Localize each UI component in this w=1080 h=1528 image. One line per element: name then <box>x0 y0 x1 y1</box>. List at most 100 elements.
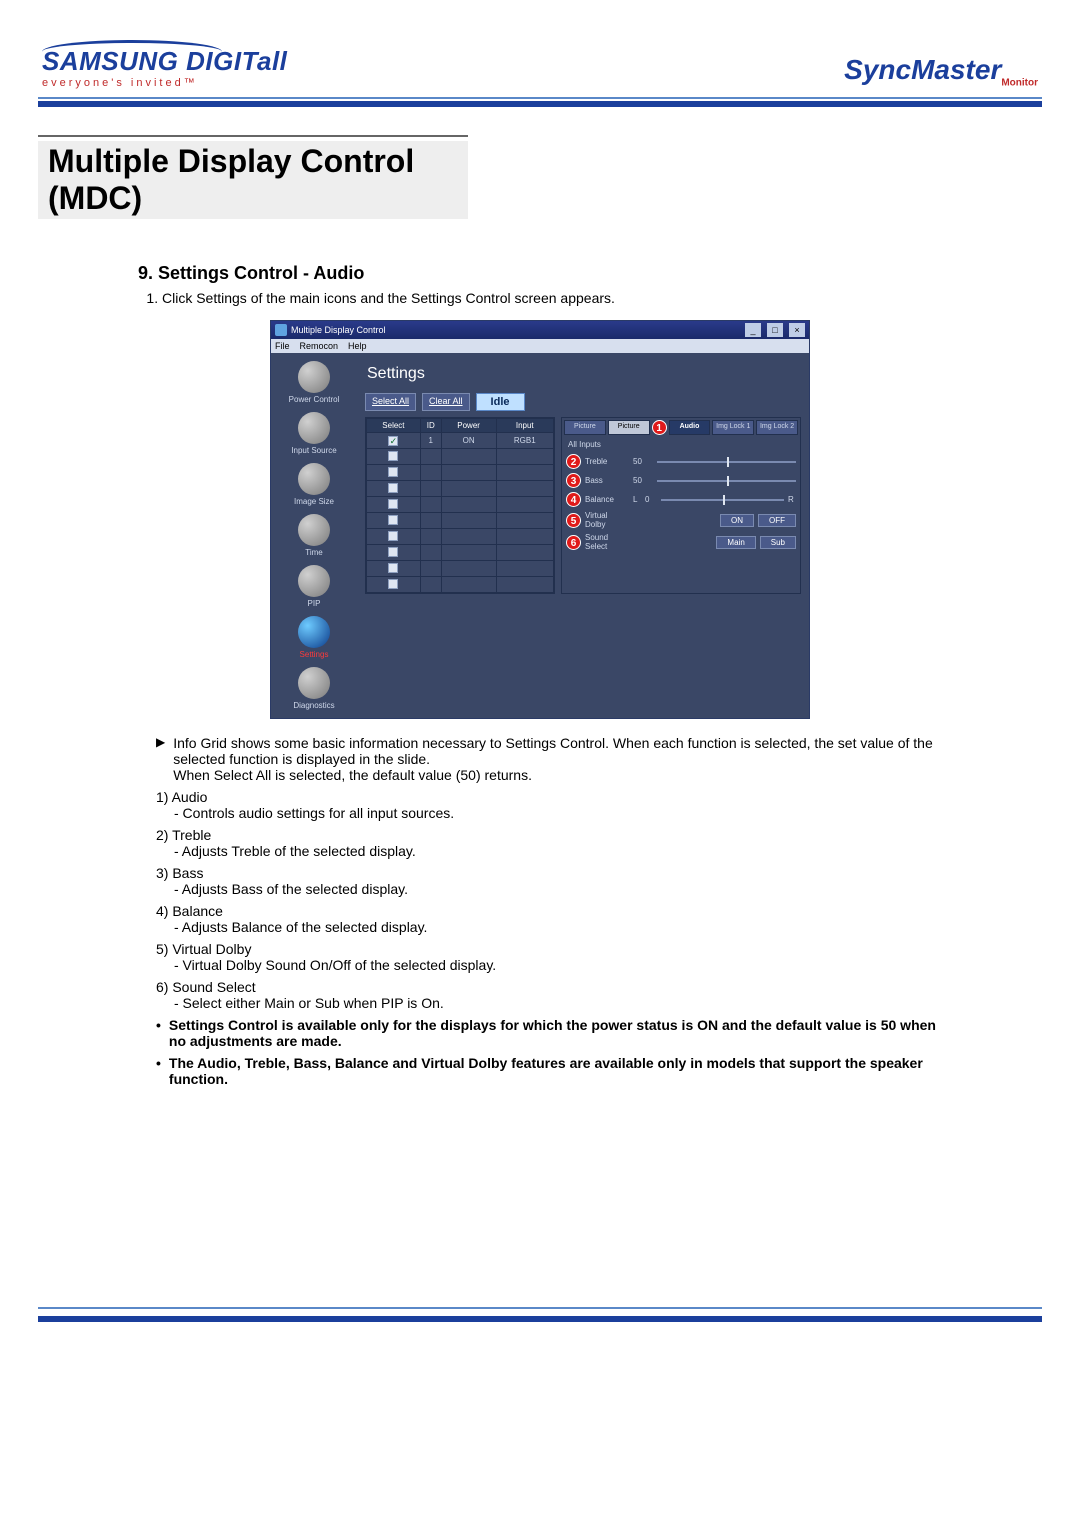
tab-picture2[interactable]: Picture <box>608 420 650 435</box>
note-bullet-2: • The Audio, Treble, Bass, Balance and V… <box>156 1055 942 1087</box>
row-checkbox[interactable] <box>388 515 398 525</box>
clear-all-button[interactable]: Clear All <box>422 393 470 411</box>
menu-remocon[interactable]: Remocon <box>300 341 339 351</box>
row-checkbox[interactable] <box>388 451 398 461</box>
grid-header-id: ID <box>420 419 441 433</box>
sidebar-item-input[interactable]: Input Source <box>278 412 350 455</box>
row-checkbox[interactable] <box>388 499 398 509</box>
select-all-button[interactable]: Select All <box>365 393 416 411</box>
table-row[interactable] <box>367 545 554 561</box>
sidebar-item-label: Image Size <box>294 497 334 506</box>
note-text: The Audio, Treble, Bass, Balance and Vir… <box>169 1055 942 1087</box>
section-heading: 9. Settings Control - Audio <box>138 263 942 284</box>
page-title-block: Multiple Display Control (MDC) <box>38 135 468 219</box>
menu-help[interactable]: Help <box>348 341 367 351</box>
treble-value: 50 <box>633 457 653 466</box>
table-row[interactable] <box>367 497 554 513</box>
bass-value: 50 <box>633 476 653 485</box>
item-num: 3) <box>156 865 168 881</box>
brand-left-text: SAMSUNG DIGITall <box>42 46 287 76</box>
treble-label: Treble <box>585 457 629 466</box>
treble-slider[interactable] <box>657 461 796 463</box>
note-bullet-1: • Settings Control is available only for… <box>156 1017 942 1049</box>
balance-r: R <box>788 495 796 504</box>
table-row[interactable] <box>367 513 554 529</box>
item-sub: - Adjusts Treble of the selected display… <box>174 843 942 859</box>
sidebar-item-time[interactable]: Time <box>278 514 350 557</box>
sidebar-item-label: Time <box>305 548 322 557</box>
tab-imglock1[interactable]: Img Lock 1 <box>712 420 754 435</box>
controls-pane: Picture Picture 1 Audio Img Lock 1 Img L… <box>561 417 801 594</box>
item-title: Audio <box>172 789 208 805</box>
close-button[interactable]: × <box>789 323 805 337</box>
page-title: Multiple Display Control (MDC) <box>38 141 468 219</box>
row-checkbox[interactable] <box>388 547 398 557</box>
menu-file[interactable]: File <box>275 341 290 351</box>
sidebar-item-settings[interactable]: Settings <box>278 616 350 659</box>
item-title: Virtual Dolby <box>172 941 251 957</box>
sidebar-item-pip[interactable]: PIP <box>278 565 350 608</box>
row-checkbox[interactable] <box>388 483 398 493</box>
header: SAMSUNG DIGITall everyone's invited™ Syn… <box>38 40 1042 95</box>
minimize-button[interactable]: _ <box>745 323 761 337</box>
table-row[interactable] <box>367 577 554 593</box>
row-treble: 2 Treble 50 <box>564 452 798 471</box>
item-title: Treble <box>172 827 211 843</box>
bass-slider[interactable] <box>657 480 796 482</box>
tab-imglock2[interactable]: Img Lock 2 <box>756 420 798 435</box>
dolby-on-button[interactable]: ON <box>720 514 754 527</box>
tab-picture1[interactable]: Picture <box>564 420 606 435</box>
row-checkbox[interactable] <box>388 579 398 589</box>
sidebar-item-imagesize[interactable]: Image Size <box>278 463 350 506</box>
sidebar-item-label: Input Source <box>291 446 336 455</box>
table-row[interactable] <box>367 449 554 465</box>
sound-sub-button[interactable]: Sub <box>760 536 796 549</box>
sidebar-item-diagnostics[interactable]: Diagnostics <box>278 667 350 710</box>
item-title: Bass <box>172 865 203 881</box>
brand-right: SyncMasterMonitor <box>844 54 1038 89</box>
item-sub: - Select either Main or Sub when PIP is … <box>174 995 942 1011</box>
brand-right-text: SyncMaster <box>844 54 1001 85</box>
sidebar-item-label: PIP <box>308 599 321 608</box>
row-checkbox[interactable] <box>388 436 398 446</box>
row-checkbox[interactable] <box>388 531 398 541</box>
app-icon <box>275 324 287 336</box>
tab-audio[interactable]: Audio <box>669 420 711 435</box>
idle-indicator: Idle <box>476 393 525 411</box>
table-row[interactable] <box>367 465 554 481</box>
marker-4: 4 <box>566 492 581 507</box>
item-num: 2) <box>156 827 168 843</box>
slider-thumb[interactable] <box>727 457 729 467</box>
sidebar-item-label: Diagnostics <box>293 701 334 710</box>
item-title: Sound Select <box>172 979 255 995</box>
slider-thumb[interactable] <box>723 495 725 505</box>
row-bass: 3 Bass 50 <box>564 471 798 490</box>
balance-slider[interactable] <box>661 499 784 501</box>
settings-icon <box>298 616 330 648</box>
dolby-off-button[interactable]: OFF <box>758 514 796 527</box>
row-sound: 6 Sound Select Main Sub <box>564 531 798 553</box>
bullet-icon: • <box>156 1017 161 1049</box>
slider-thumb[interactable] <box>727 476 729 486</box>
time-icon <box>298 514 330 546</box>
imagesize-icon <box>298 463 330 495</box>
table-row[interactable] <box>367 481 554 497</box>
arrow-icon: ▶ <box>156 735 165 749</box>
sidebar-item-power[interactable]: Power Control <box>278 361 350 404</box>
pip-icon <box>298 565 330 597</box>
app-window: Multiple Display Control _ □ × File Remo… <box>270 320 810 719</box>
sound-main-button[interactable]: Main <box>716 536 755 549</box>
table-row[interactable] <box>367 529 554 545</box>
maximize-button[interactable]: □ <box>767 323 783 337</box>
row-checkbox[interactable] <box>388 467 398 477</box>
menubar: File Remocon Help <box>271 339 809 353</box>
sidebar-item-label: Power Control <box>289 395 340 404</box>
input-icon <box>298 412 330 444</box>
item-sub: - Adjusts Balance of the selected displa… <box>174 919 942 935</box>
row-dolby: 5 Virtual Dolby ON OFF <box>564 509 798 531</box>
row-checkbox[interactable] <box>388 563 398 573</box>
footer-rule-thick <box>38 1316 1042 1322</box>
table-row[interactable]: 1 ON RGB1 <box>367 433 554 449</box>
table-row[interactable] <box>367 561 554 577</box>
desc-arrow-text: Info Grid shows some basic information n… <box>173 735 933 767</box>
